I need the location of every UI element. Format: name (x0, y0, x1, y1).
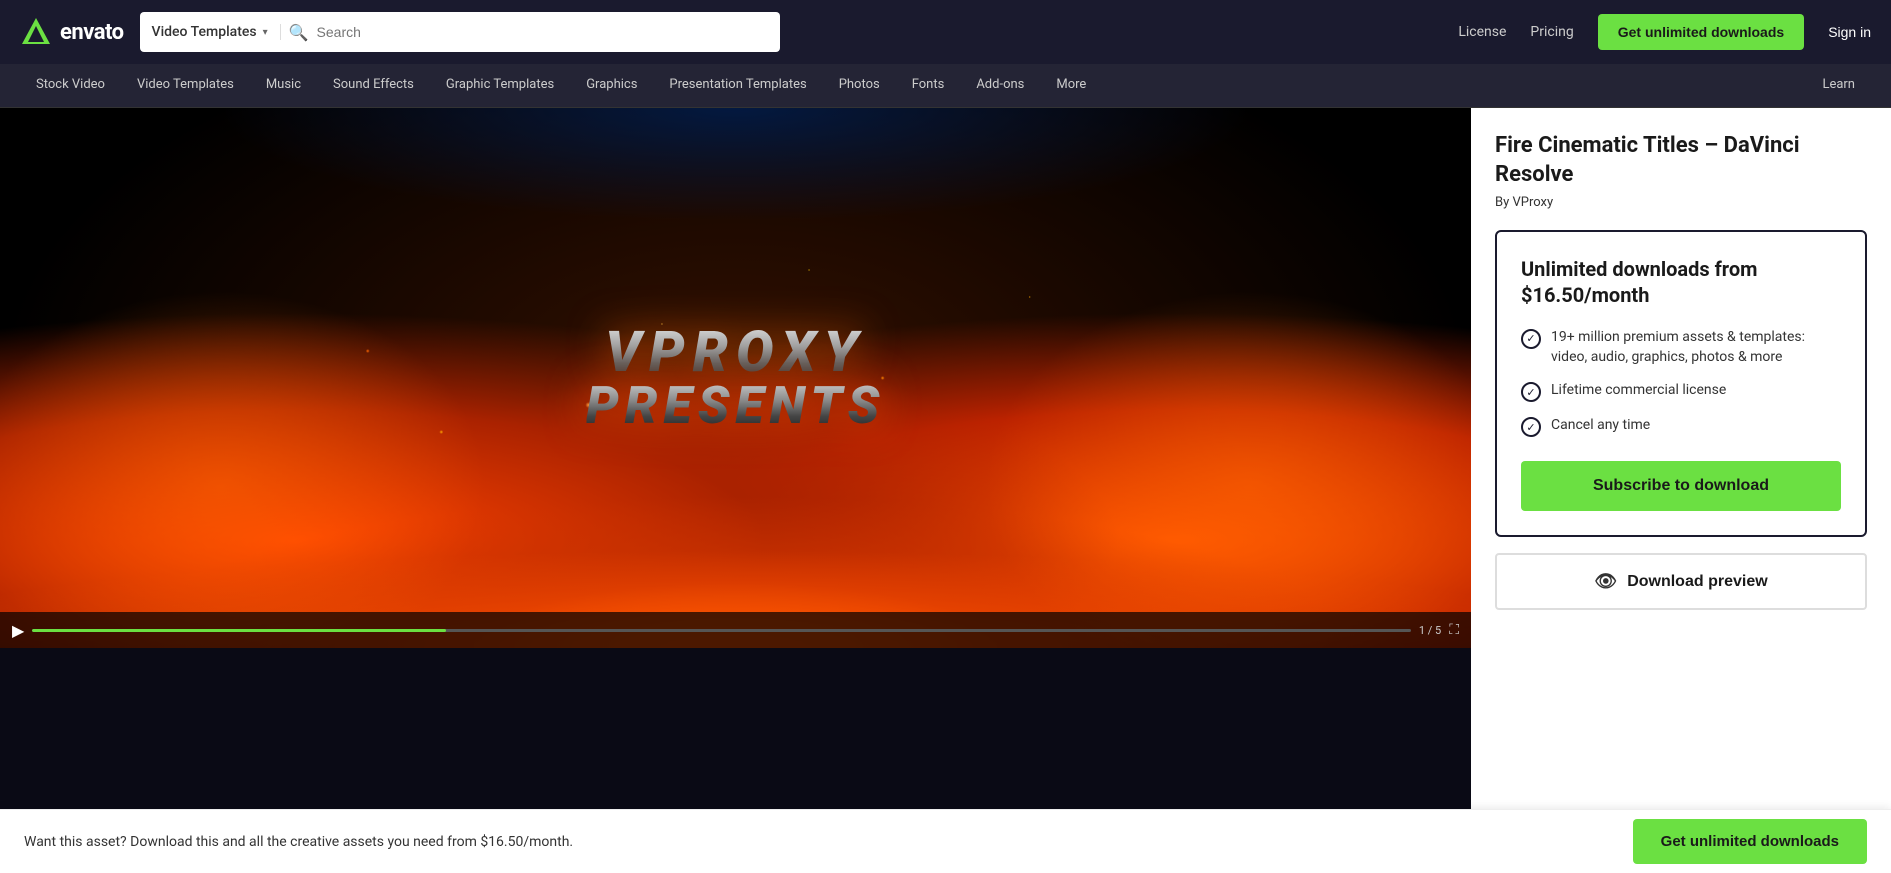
check-icon-license: ✓ (1521, 382, 1541, 402)
eye-icon: 👁 (1594, 571, 1617, 592)
subnav-more[interactable]: More (1040, 64, 1102, 108)
subnav-presentation-templates[interactable]: Presentation Templates (653, 64, 822, 108)
product-sidebar: Fire Cinematic Titles – DaVinci Resolve … (1471, 108, 1891, 825)
chevron-down-icon: ▾ (263, 27, 268, 38)
search-bar: Video Templates ▾ 🔍 (140, 12, 780, 52)
sub-navigation: Stock Video Video Templates Music Sound … (0, 64, 1891, 108)
feature-list: ✓ 19+ million premium assets & templates… (1521, 328, 1841, 437)
top-navigation: envato Video Templates ▾ 🔍 License Prici… (0, 0, 1891, 64)
nav-links: License Pricing Get unlimited downloads … (1458, 14, 1871, 50)
subnav-learn[interactable]: Learn (1806, 64, 1871, 108)
category-label: Video Templates (152, 24, 257, 40)
bottom-unlimited-button[interactable]: Get unlimited downloads (1633, 819, 1867, 864)
feature-item-license: ✓ Lifetime commercial license (1521, 381, 1841, 402)
subscribe-button[interactable]: Subscribe to download (1521, 461, 1841, 511)
time-counter: 1 / 5 (1419, 624, 1441, 637)
logo[interactable]: envato (20, 16, 124, 48)
feature-item-assets: ✓ 19+ million premium assets & templates… (1521, 328, 1841, 367)
subnav-graphics[interactable]: Graphics (570, 64, 653, 108)
get-unlimited-button[interactable]: Get unlimited downloads (1598, 14, 1804, 50)
download-preview-button[interactable]: 👁 Download preview (1495, 553, 1867, 610)
feature-text-cancel: Cancel any time (1551, 416, 1650, 436)
signin-button[interactable]: Sign in (1828, 24, 1871, 40)
author-name[interactable]: VProxy (1513, 195, 1554, 210)
feature-text-license: Lifetime commercial license (1551, 381, 1726, 401)
video-area: VPROXY PRESENTS ▶ 1 / 5 ⛶ (0, 108, 1471, 825)
pricing-card: Unlimited downloads from $16.50/month ✓ … (1495, 230, 1867, 537)
fullscreen-button[interactable]: ⛶ (1449, 622, 1459, 638)
subnav-music[interactable]: Music (250, 64, 317, 108)
main-content: VPROXY PRESENTS ▶ 1 / 5 ⛶ Fire Cinematic… (0, 108, 1891, 825)
play-button[interactable]: ▶ (12, 621, 24, 640)
feature-text-assets: 19+ million premium assets & templates: … (1551, 328, 1841, 367)
subnav-video-templates[interactable]: Video Templates (121, 64, 250, 108)
subnav-fonts[interactable]: Fonts (896, 64, 961, 108)
check-icon-assets: ✓ (1521, 329, 1541, 349)
subnav-sound-effects[interactable]: Sound Effects (317, 64, 430, 108)
nav-link-license[interactable]: License (1458, 24, 1506, 40)
search-icon: 🔍 (289, 23, 309, 42)
envato-logo-icon (20, 16, 52, 48)
product-author: By VProxy (1495, 195, 1867, 210)
nav-link-pricing[interactable]: Pricing (1530, 24, 1573, 40)
download-preview-label: Download preview (1627, 573, 1767, 591)
subnav-add-ons[interactable]: Add-ons (960, 64, 1040, 108)
subnav-photos[interactable]: Photos (823, 64, 896, 108)
author-prefix: By (1495, 195, 1509, 210)
video-title-line2: PRESENTS (586, 380, 886, 432)
progress-bar[interactable] (32, 629, 1411, 632)
video-controls: ▶ 1 / 5 ⛶ (0, 612, 1471, 648)
subnav-stock-video[interactable]: Stock Video (20, 64, 121, 108)
logo-text: envato (60, 20, 124, 45)
pricing-headline: Unlimited downloads from $16.50/month (1521, 256, 1841, 308)
bottom-bar: Want this asset? Download this and all t… (0, 809, 1891, 873)
progress-fill (32, 629, 446, 632)
video-player[interactable]: VPROXY PRESENTS ▶ 1 / 5 ⛶ (0, 108, 1471, 648)
check-icon-cancel: ✓ (1521, 417, 1541, 437)
feature-item-cancel: ✓ Cancel any time (1521, 416, 1841, 437)
category-selector[interactable]: Video Templates ▾ (152, 24, 281, 40)
subnav-graphic-templates[interactable]: Graphic Templates (430, 64, 570, 108)
video-title-overlay: VPROXY PRESENTS (586, 324, 886, 432)
video-title-line1: VPROXY (586, 324, 886, 380)
bottom-bar-text: Want this asset? Download this and all t… (24, 834, 1633, 850)
product-title: Fire Cinematic Titles – DaVinci Resolve (1495, 132, 1867, 189)
search-input[interactable] (317, 24, 768, 40)
